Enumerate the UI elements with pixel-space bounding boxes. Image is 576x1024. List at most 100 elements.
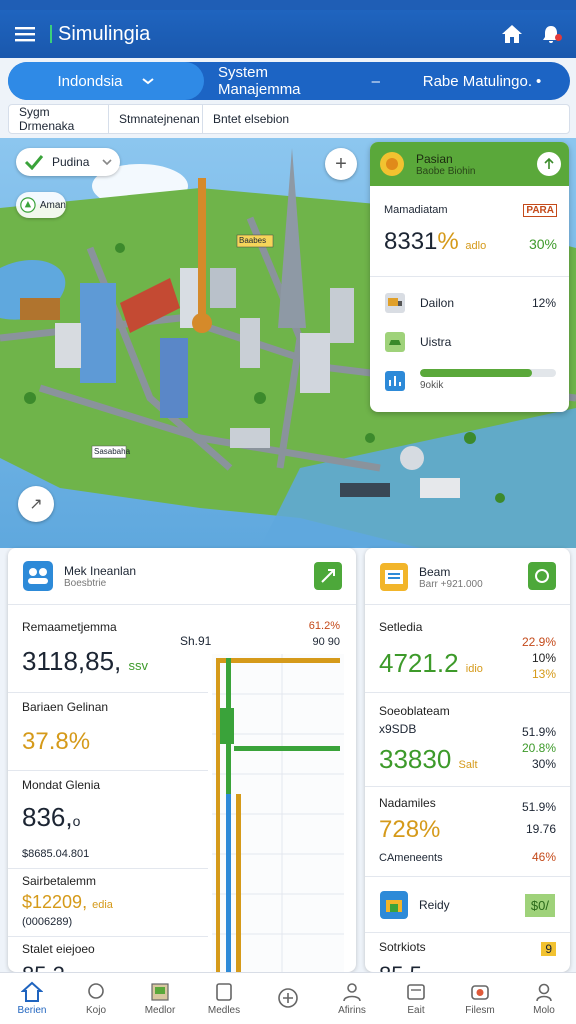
right-card-action-button[interactable] [528, 562, 556, 590]
subtab-drmenaka[interactable]: Sygm Drmenaka [9, 105, 109, 133]
left-row1-value-text: 3118,85, [22, 646, 122, 676]
bottom-navigation: Berien Kojo Medlor Medles Afirins Eait F… [0, 972, 576, 1024]
layer-select[interactable]: Pudina [16, 148, 120, 176]
left-card-subtitle: Boesbtrie [64, 577, 107, 589]
right-bottom-label: Sotrkiots [379, 940, 426, 954]
right-row1-value: 4721.2 idio [379, 648, 483, 679]
left-card-action-button[interactable] [314, 562, 342, 590]
overlay-metric-right: 30% [528, 236, 557, 252]
right-row3-value: 728% [379, 816, 441, 843]
right-row1-r2: 10% [531, 651, 556, 665]
left-row4-note: (0006289) [22, 916, 73, 928]
overlay-item3-label: 9okik [420, 380, 444, 391]
nav-berien[interactable]: Berien [0, 973, 64, 1024]
left-row2-value: 37.8% [22, 728, 91, 755]
tab-separator: – [371, 72, 380, 90]
overlay-item-dailon[interactable]: Dailon 12% [384, 292, 556, 314]
subtab-bntet[interactable]: Bntet elsebion [203, 105, 299, 133]
right-row1-side: 22.9% 10% 13% [522, 634, 556, 682]
calculator-icon [380, 563, 408, 591]
right-row3-r1: 51.9% [521, 800, 556, 814]
title-accent [50, 25, 52, 44]
app-bar-actions [500, 23, 562, 45]
add-circle-icon [278, 987, 298, 1008]
truck-icon [385, 293, 405, 313]
left-row3-label: Mondat Glenia [22, 778, 101, 792]
right-row2-r2: 20.8% [521, 741, 556, 755]
right-row3-note-value: 46% [531, 850, 556, 864]
circle-icon [535, 569, 549, 583]
billboard-label: Baabes [239, 236, 267, 245]
nav-medlor[interactable]: Medlor [128, 973, 192, 1024]
overlay-action-button[interactable] [537, 152, 561, 176]
menu-icon[interactable] [14, 25, 36, 43]
subtab-bntet-label: Bntet elsebion [213, 112, 290, 126]
mini-chart-bar-top [216, 658, 340, 663]
car-icon [385, 332, 405, 352]
left-row4-suffix: edia [92, 899, 113, 911]
nav-add[interactable] [256, 973, 320, 1024]
sub-tabs: Sygm Drmenaka Stmnatejnenan Bntet elsebi… [8, 104, 570, 134]
tab-indonesia[interactable]: Indondsia [8, 62, 204, 100]
overlay-progress-fill [420, 369, 532, 377]
stats-card-right: Beam Barr +921.000 Setledia 4721.2 idio … [365, 548, 570, 972]
tab-system[interactable]: System Manajemma – [204, 62, 394, 100]
compass-glyph: ↗ [29, 496, 43, 513]
overlay-item-uistra[interactable]: Uistra [384, 331, 451, 353]
right-item-reidy[interactable]: Reidy $0/ [379, 890, 555, 920]
left-row1-value: 3118,85, ssv [22, 646, 148, 677]
mini-chart-line-left [216, 658, 220, 972]
right-row1-unit: idio [465, 663, 483, 675]
mini-chart-bar-mid [234, 746, 340, 751]
app-bar: Simulingia [0, 10, 576, 58]
nav-molo[interactable]: Molo [512, 973, 576, 1024]
overlay-metric-value: 8331 [384, 228, 438, 255]
overlay-metric-label: Mamadiatam [384, 204, 448, 216]
right-row1-value-text: 4721.2 [379, 648, 459, 678]
app-title-text: Simulingia [58, 22, 151, 45]
nav-afirins[interactable]: Afirins [320, 973, 384, 1024]
left-card-header: Mek Ineanlan Boesbtrie [22, 560, 136, 592]
nav-medles[interactable]: Medles [192, 973, 256, 1024]
right-row2-unit: Salt [458, 759, 478, 771]
tab-system-label: System Manajemma [218, 64, 301, 98]
right-row2-r1: 51.9% [521, 725, 556, 739]
subtab-stmnatejnenan[interactable]: Stmnatejnenan [109, 105, 203, 133]
left-row2-label: Bariaen Gelinan [22, 700, 109, 714]
overlay-item-progress[interactable] [384, 369, 556, 392]
store-icon [380, 891, 408, 919]
nav-filesm[interactable]: Filesm [448, 973, 512, 1024]
nav-berien-label: Berien [17, 1005, 47, 1016]
compass-button[interactable]: ↗ [18, 486, 54, 522]
overlay-metric-badge: PARA [523, 204, 557, 217]
overlay-subtitle: Baobe Biohin [416, 165, 476, 177]
status-bar [0, 0, 576, 10]
arrow-up-icon [544, 158, 554, 169]
left-card-mini-chart [212, 654, 344, 972]
left-row3-value-text: 836, [22, 802, 73, 832]
region-overlay-panel: Pasian Baobe Biohin Mamadiatam PARA 8331… [370, 142, 569, 412]
right-row2-sub: x9SDB [379, 722, 417, 736]
layer-item[interactable]: Aman [16, 192, 66, 218]
tab-rabe-dot: • [535, 72, 542, 90]
book-icon [151, 983, 169, 1001]
home-icon[interactable] [500, 23, 524, 45]
right-row1-r1: 22.9% [521, 635, 556, 649]
nav-afirins-label: Afirins [338, 1005, 366, 1016]
chevron-down-icon [102, 159, 112, 166]
nav-kojo[interactable]: Kojo [64, 973, 128, 1024]
stats-card-left: Mek Ineanlan Boesbtrie Remaametjemma 311… [8, 548, 356, 972]
left-row1-label: Remaametjemma [22, 620, 117, 634]
right-row3-side: 51.9% 19.76 [522, 796, 556, 840]
zoom-in-button[interactable]: + [325, 148, 357, 180]
notification-dot [555, 34, 562, 41]
camera-icon [471, 985, 489, 1000]
check-icon [24, 155, 44, 170]
overlay-progress-track [420, 369, 556, 377]
right-row2-r3: 30% [531, 757, 556, 771]
nav-eait[interactable]: Eait [384, 973, 448, 1024]
tablet-icon [407, 984, 425, 1000]
left-row5-label: Stalet eiejoeo [22, 942, 95, 956]
chart-top-left: Sh.91 [180, 634, 212, 648]
tab-rabe[interactable]: Rabe Matulingo. • [394, 62, 570, 100]
